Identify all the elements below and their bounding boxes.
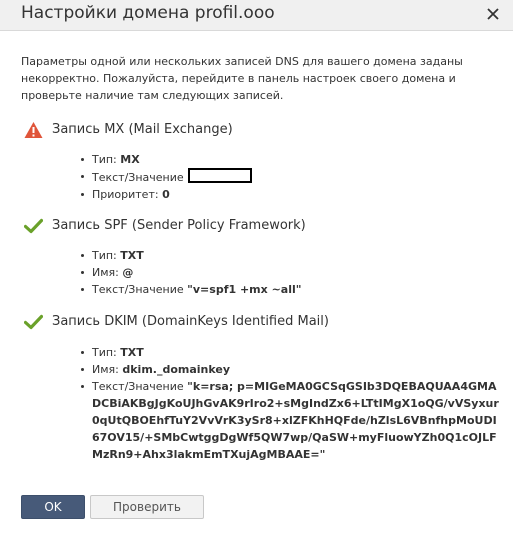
list-item: Приоритет: 0 bbox=[80, 186, 252, 203]
record-spf-title: Запись SPF (Sender Policy Framework) bbox=[52, 218, 306, 233]
close-icon[interactable] bbox=[483, 4, 503, 24]
list-item: Тип: TXT bbox=[81, 344, 502, 361]
field-label: Текст/Значение bbox=[92, 171, 188, 184]
list-item: Текст/Значение bbox=[80, 168, 253, 186]
field-label: Имя: bbox=[92, 266, 123, 279]
field-value: TXT bbox=[120, 346, 144, 359]
field-label: Имя: bbox=[92, 363, 123, 376]
dialog-title: Настройки домена profil.ooo bbox=[21, 3, 275, 23]
field-label: Тип: bbox=[92, 249, 121, 262]
checkmark-icon bbox=[23, 313, 44, 331]
redacted-value bbox=[188, 168, 253, 183]
field-label: Приоритет: bbox=[92, 188, 163, 201]
field-value: TXT bbox=[120, 249, 144, 262]
field-label: Тип: bbox=[92, 346, 121, 359]
record-mx-fields: Тип: MX Текст/Значение Приоритет: 0 bbox=[80, 151, 253, 203]
list-item: Текст/Значение "k=rsa; p=MIGeMA0GCSqGSIb… bbox=[81, 378, 502, 463]
field-value: "v=spf1 +mx ~all" bbox=[187, 283, 302, 296]
warning-icon bbox=[24, 121, 43, 139]
list-item: Тип: MX bbox=[80, 151, 252, 168]
field-label: Текст/Значение bbox=[92, 380, 188, 393]
check-button[interactable]: Проверить bbox=[90, 495, 204, 519]
field-value: 0 bbox=[162, 188, 170, 201]
record-mx-title: Запись MX (Mail Exchange) bbox=[52, 122, 233, 137]
checkmark-icon bbox=[23, 217, 44, 235]
intro-text: Параметры одной или нескольких записей D… bbox=[21, 55, 463, 102]
record-spf-fields: Тип: TXT Имя: @ Текст/Значение "v=spf1 +… bbox=[80, 247, 302, 298]
dns-settings-dialog: Настройки домена profil.ooo Параметры од… bbox=[0, 0, 513, 542]
field-label: Тип: bbox=[92, 153, 121, 166]
list-item: Имя: dkim._domainkey bbox=[81, 361, 502, 378]
list-item: Имя: @ bbox=[80, 264, 301, 281]
dialog-titlebar: Настройки домена profil.ooo bbox=[0, 0, 513, 31]
field-value: @ bbox=[122, 266, 134, 279]
field-value: dkim._domainkey bbox=[122, 363, 231, 376]
ok-button[interactable]: OK bbox=[21, 495, 85, 519]
field-label: Текст/Значение bbox=[92, 283, 188, 296]
record-dkim-fields: Тип: TXT Имя: dkim._domainkey Текст/Знач… bbox=[81, 344, 502, 463]
record-dkim-title: Запись DKIM (DomainKeys Identified Mail) bbox=[52, 314, 329, 329]
list-item: Тип: TXT bbox=[80, 247, 301, 264]
list-item: Текст/Значение "v=spf1 +mx ~all" bbox=[80, 281, 302, 298]
field-value: MX bbox=[120, 153, 140, 166]
